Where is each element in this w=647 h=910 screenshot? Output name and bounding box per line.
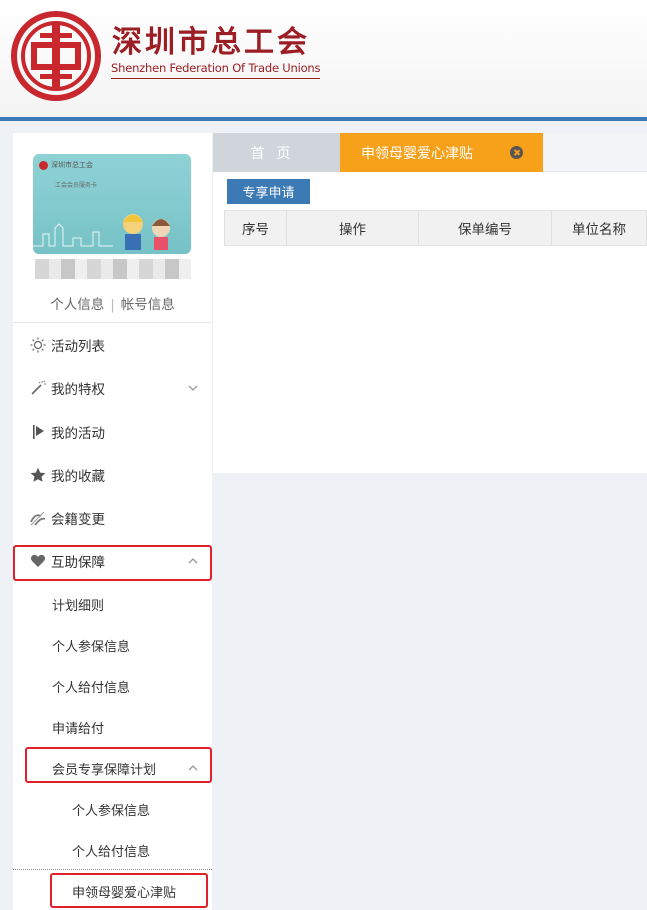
sun-icon xyxy=(29,336,47,354)
submenu-item-label: 个人给付信息 xyxy=(72,844,151,860)
submenu-item-label: 申领母婴爱心津贴 xyxy=(72,885,177,901)
submenu-item-label: 个人参保信息 xyxy=(72,803,151,819)
header-divider xyxy=(0,117,647,121)
flag-icon xyxy=(29,423,47,441)
chevron-up-icon xyxy=(188,765,198,771)
union-logo-icon xyxy=(11,11,101,101)
submenu-item-apply-payment[interactable]: 申请给付 xyxy=(13,712,212,742)
heart-icon xyxy=(29,552,47,570)
menu-item-my-favorites[interactable]: 我的收藏 xyxy=(13,460,212,490)
brand-title: 深圳市总工会 xyxy=(112,25,310,60)
menu-item-label: 我的收藏 xyxy=(51,469,105,485)
submenu-item-label: 申请给付 xyxy=(52,721,105,737)
submenu-l2-item-personal-insurance-info[interactable]: 个人参保信息 xyxy=(13,794,212,824)
chevron-up-icon xyxy=(188,558,198,564)
menu-item-label: 会籍变更 xyxy=(51,512,105,528)
menu-item-membership-change[interactable]: 会籍变更 xyxy=(13,503,212,533)
magic-wand-icon xyxy=(29,379,47,397)
submenu-item-label: 会员专享保障计划 xyxy=(52,762,157,778)
exclusive-apply-button[interactable]: 专享申请 xyxy=(227,179,310,204)
tab-bar: 首页 申领母婴爱心津贴 xyxy=(213,133,647,172)
member-card: 深圳市总工会 工会会员服务卡 xyxy=(33,154,191,254)
personal-info-link[interactable]: 个人信息 xyxy=(50,297,104,313)
card-illustration-icon xyxy=(33,214,170,250)
submenu-divider xyxy=(13,869,212,870)
column-header-serial: 序号 xyxy=(225,211,287,245)
menu-item-label: 互助保障 xyxy=(51,555,105,571)
submenu-l2-item-maternal-infant-allowance[interactable]: 申领母婴爱心津贴 xyxy=(13,876,212,906)
column-header-unit-name: 单位名称 xyxy=(572,222,626,238)
submenu-item-personal-insurance-info[interactable]: 个人参保信息 xyxy=(13,630,212,660)
card-header: 深圳市总工会 xyxy=(39,160,93,170)
submenu-l2-item-personal-payment-info[interactable]: 个人给付信息 xyxy=(13,835,212,865)
tab-maternal-infant-allowance[interactable]: 申领母婴爱心津贴 xyxy=(340,133,543,172)
sidebar-divider xyxy=(13,322,212,323)
brand-subtitle: Shenzhen Federation Of Trade Unions xyxy=(111,61,321,79)
transfer-icon xyxy=(29,509,47,527)
submenu-item-label: 个人参保信息 xyxy=(52,639,131,655)
header: 深圳市总工会 Shenzhen Federation Of Trade Unio… xyxy=(0,0,647,117)
blurred-username xyxy=(35,259,191,279)
menu-item-my-activities[interactable]: 我的活动 xyxy=(13,417,212,447)
submenu-item-personal-payment-info[interactable]: 个人给付信息 xyxy=(13,671,212,701)
account-links: 个人信息 | 帐号信息 xyxy=(13,293,212,313)
chevron-down-icon xyxy=(188,385,198,391)
submenu-item-member-exclusive-plan[interactable]: 会员专享保障计划 xyxy=(13,753,212,783)
tab-label: 申领母婴爱心津贴 xyxy=(361,145,473,162)
card-subtitle: 工会会员服务卡 xyxy=(55,182,98,189)
submenu-item-label: 个人给付信息 xyxy=(52,680,131,696)
menu-item-label: 我的活动 xyxy=(51,426,105,442)
table-header: 序号 操作 保单编号 单位名称 xyxy=(224,210,647,246)
card-title: 深圳市总工会 xyxy=(51,161,93,169)
star-icon xyxy=(29,466,47,484)
column-header-policy-number: 保单编号 xyxy=(419,211,552,245)
card-logo-icon xyxy=(39,160,48,170)
account-info-link[interactable]: 帐号信息 xyxy=(121,297,175,313)
menu-item-mutual-aid[interactable]: 互助保障 xyxy=(13,546,212,576)
close-icon[interactable] xyxy=(510,146,523,159)
tab-home[interactable]: 首页 xyxy=(213,133,340,172)
sidebar: 深圳市总工会 工会会员服务卡 个人信息 | 帐号信息 活动列表 我的特权 我的活… xyxy=(13,133,212,910)
menu-item-my-privileges[interactable]: 我的特权 xyxy=(13,373,212,403)
link-separator: | xyxy=(110,297,115,313)
content-panel: 专享申请 序号 操作 保单编号 单位名称 xyxy=(213,172,647,473)
submenu-item-plan-rules[interactable]: 计划细则 xyxy=(13,589,212,619)
column-header-operation: 操作 xyxy=(287,211,419,245)
menu-item-label: 活动列表 xyxy=(51,339,105,355)
menu-item-activity-list[interactable]: 活动列表 xyxy=(13,330,212,360)
submenu-item-label: 计划细则 xyxy=(52,598,105,614)
menu-item-label: 我的特权 xyxy=(51,382,105,398)
